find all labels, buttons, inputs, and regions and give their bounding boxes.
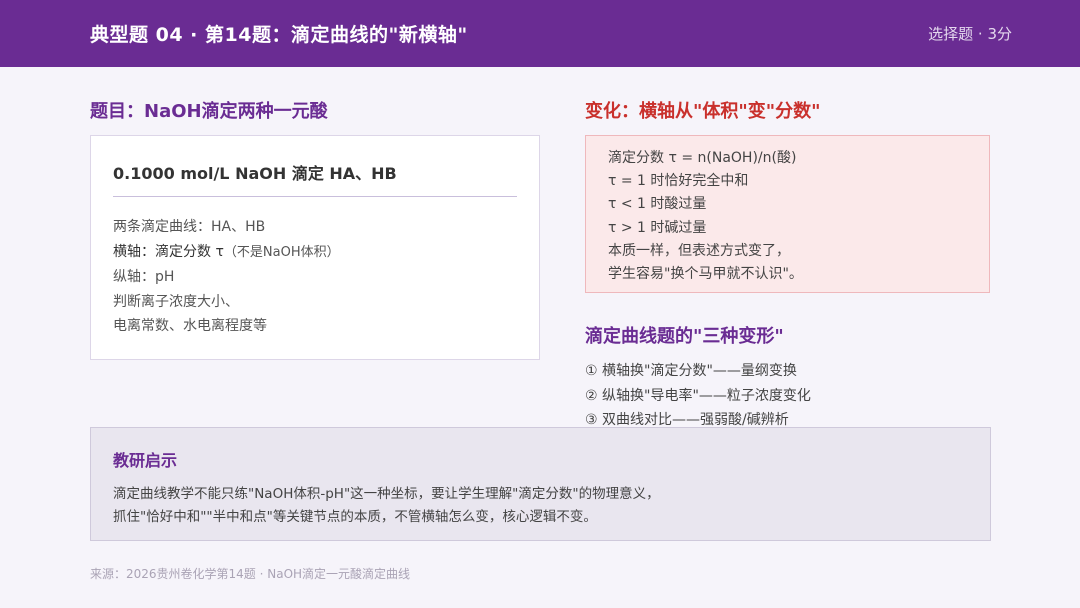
problem-line-yaxis: 纵轴：pH	[113, 269, 175, 285]
xaxis-note: （不是NaOH体积）	[223, 244, 340, 260]
page-title: 典型题 04 · 第14题：滴定曲线的"新横轴"	[90, 24, 468, 46]
problem-section-title: 题目：NaOH滴定两种一元酸	[90, 101, 328, 122]
problem-card: 0.1000 mol/L NaOH 滴定 HA、HB 两条滴定曲线：HA、HB …	[90, 135, 540, 360]
source-footer: 来源：2026贵州卷化学第14题 · NaOH滴定一元酸滴定曲线	[90, 567, 411, 581]
variant-item: ② 纵轴换"导电率"——粒子浓度变化	[585, 387, 811, 404]
variant-item: ① 横轴换"滴定分数"——量纲变换	[585, 363, 797, 379]
problem-line-xaxis: 横轴：滴定分数 τ（不是NaOH体积）	[113, 240, 517, 266]
problem-card-title: 0.1000 mol/L NaOH 滴定 HA、HB	[113, 160, 517, 197]
question-meta: 选择题 · 3分	[928, 25, 1012, 43]
variants-section-title: 滴定曲线题的"三种变形"	[585, 326, 784, 347]
change-line: 本质一样，但表述方式变了，	[608, 242, 790, 259]
change-section-title: 变化：横轴从"体积"变"分数"	[585, 101, 821, 122]
problem-line-judge: 判断离子浓度大小、	[113, 293, 239, 310]
insight-line: 滴定曲线教学不能只练"NaOH体积-pH"这一种坐标，要让学生理解"滴定分数"的…	[113, 486, 660, 502]
change-line: τ > 1 时碱过量	[608, 219, 707, 236]
xaxis-label: 横轴：滴定分数 τ	[113, 243, 224, 260]
problem-line-curves: 两条滴定曲线：HA、HB	[113, 219, 266, 235]
variants-list: ① 横轴换"滴定分数"——量纲变换 ② 纵轴换"导电率"——粒子浓度变化 ③ 双…	[585, 359, 995, 433]
insight-panel: 教研启示 滴定曲线教学不能只练"NaOH体积-pH"这一种坐标，要让学生理解"滴…	[90, 427, 991, 541]
insight-title: 教研启示	[113, 451, 178, 470]
change-line: τ < 1 时酸过量	[608, 196, 707, 213]
change-line: 学生容易"换个马甲就不认识"。	[608, 266, 803, 283]
header-bar: 典型题 04 · 第14题：滴定曲线的"新横轴" 选择题 · 3分	[0, 0, 1080, 67]
change-line: 滴定分数 τ = n(NaOH)/n(酸)	[608, 150, 797, 166]
change-line: τ = 1 时恰好完全中和	[608, 173, 749, 190]
insight-line: 抓住"恰好中和""半中和点"等关键节点的本质，不管横轴怎么变，核心逻辑不变。	[113, 509, 597, 525]
problem-line-constants: 电离常数、水电离程度等	[113, 318, 267, 334]
change-card: 滴定分数 τ = n(NaOH)/n(酸) τ = 1 时恰好完全中和 τ < …	[585, 135, 990, 293]
